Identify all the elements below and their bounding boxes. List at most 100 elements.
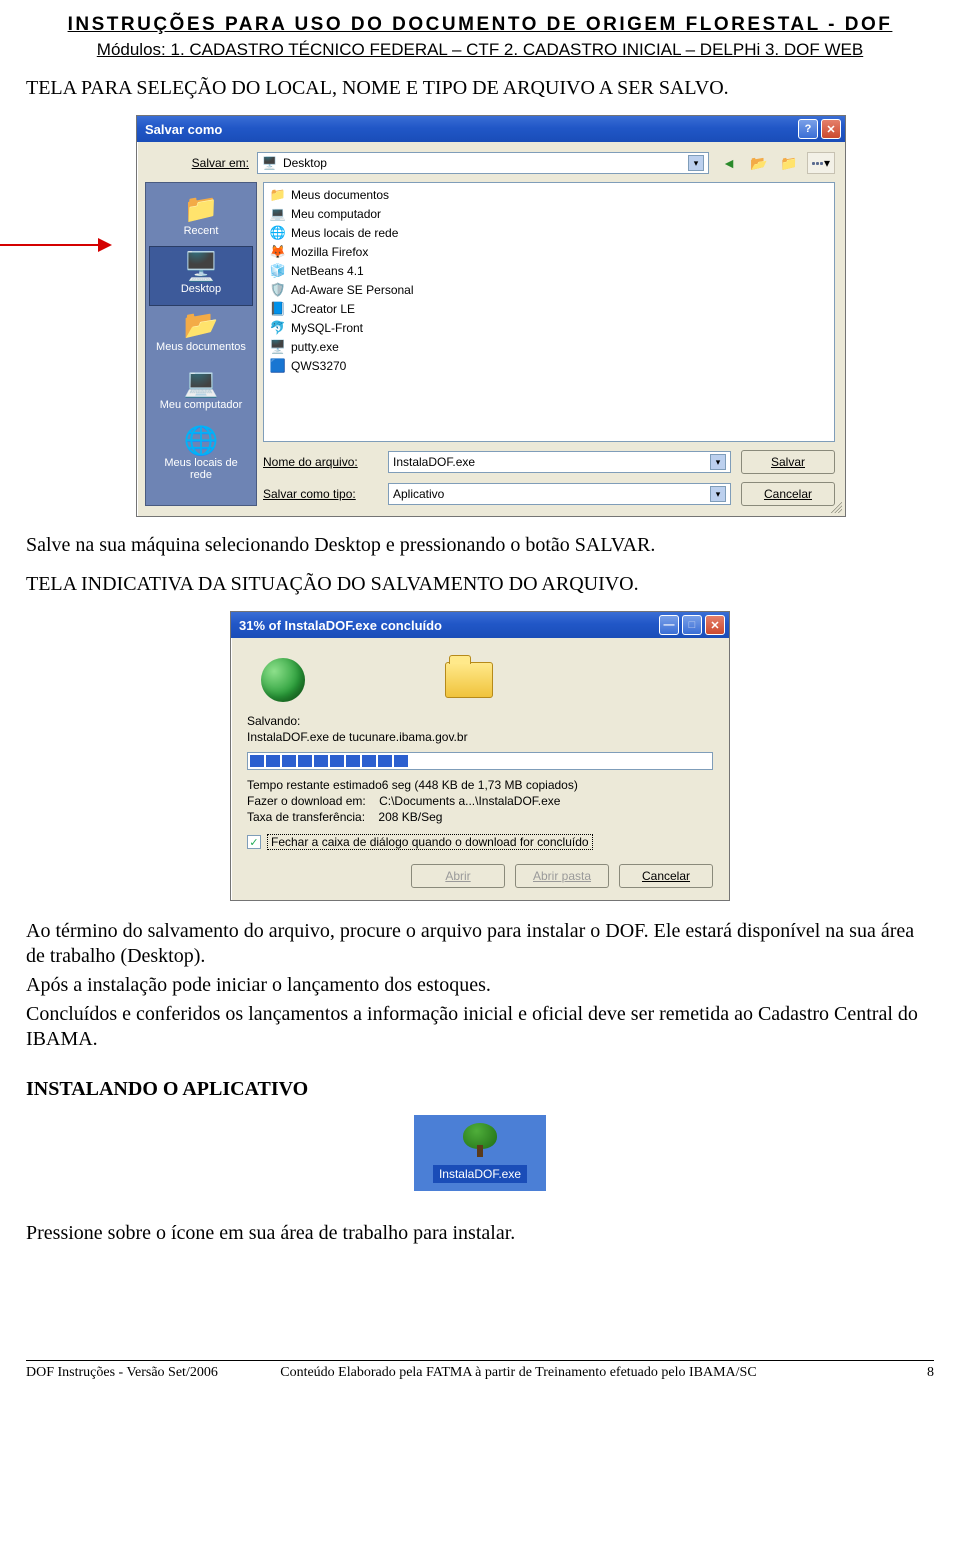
footer-center: Conteúdo Elaborado pela FATMA à partir d… (280, 1365, 879, 1381)
open-button: Abrir (411, 864, 505, 888)
shortcut-label: InstalaDOF.exe (433, 1165, 527, 1183)
download-time-remaining: Tempo restante estimado6 seg (448 KB de … (247, 778, 713, 792)
close-button[interactable]: ✕ (705, 615, 725, 635)
chevron-down-icon: ▾ (688, 155, 704, 171)
cancel-download-button[interactable]: Cancelar (619, 864, 713, 888)
paragraph-1: TELA PARA SELEÇÃO DO LOCAL, NOME E TIPO … (26, 76, 934, 101)
list-item[interactable]: 📁 Meus documentos (270, 187, 828, 203)
place-desktop-label: Desktop (152, 283, 250, 295)
minimize-button[interactable]: — (659, 615, 679, 635)
list-item-label: Mozilla Firefox (291, 245, 368, 259)
paragraph-7: Pressione sobre o ícone em sua área de t… (26, 1221, 934, 1246)
folder-icon: 📁 (152, 195, 250, 223)
filetype-dropdown[interactable]: Aplicativo ▾ (388, 483, 731, 505)
download-titlebar[interactable]: 31% of InstalaDOF.exe concluído — □ ✕ (231, 612, 729, 638)
place-computer[interactable]: 💻 Meu computador (150, 363, 252, 421)
list-item[interactable]: 🟦 QWS3270 (270, 358, 828, 374)
place-docs-label: Meus documentos (152, 341, 250, 353)
download-rate: Taxa de transferência: 208 KB/Seg (247, 810, 713, 824)
network-icon: 🌐 (152, 427, 250, 455)
list-item-label: Meu computador (291, 207, 381, 221)
list-item[interactable]: 📘 JCreator LE (270, 301, 828, 317)
place-documents[interactable]: 📂 Meus documentos (150, 305, 252, 363)
paragraph-4: Ao término do salvamento do arquivo, pro… (26, 919, 934, 969)
list-item-label: MySQL-Front (291, 321, 363, 335)
globe-icon (261, 658, 305, 702)
tree-icon (460, 1123, 500, 1159)
maximize-button[interactable]: □ (682, 615, 702, 635)
computer-icon: 💻 (152, 369, 250, 397)
network-icon: 🌐 (270, 225, 286, 241)
places-bar: 📁 Recent 🖥️ Desktop 📂 Meus documentos 💻 … (145, 182, 257, 506)
list-item[interactable]: 💻 Meu computador (270, 206, 828, 222)
cancel-button[interactable]: Cancelar (741, 482, 835, 506)
footer-left: DOF Instruções - Versão Set/2006 (26, 1365, 280, 1381)
folder-icon: 📂 (152, 311, 250, 339)
place-network[interactable]: 🌐 Meus locais de rede (150, 421, 252, 491)
saveas-title-text: Salvar como (145, 122, 222, 137)
list-item-label: JCreator LE (291, 302, 355, 316)
place-desktop[interactable]: 🖥️ Desktop (149, 246, 253, 306)
salvar-em-value: Desktop (283, 156, 327, 170)
list-item[interactable]: 🛡️ Ad-Aware SE Personal (270, 282, 828, 298)
place-recent[interactable]: 📁 Recent (150, 189, 252, 247)
file-list[interactable]: 📁 Meus documentos 💻 Meu computador 🌐Meus l… (263, 182, 835, 442)
list-item-label: Ad-Aware SE Personal (291, 283, 414, 297)
callout-arrow (0, 236, 116, 256)
new-folder-icon[interactable]: 📁 (777, 152, 801, 174)
doc-title: INSTRUÇÕES PARA USO DO DOCUMENTO DE ORIG… (26, 14, 934, 36)
paragraph-2: Salve na sua máquina selecionando Deskto… (26, 533, 934, 558)
list-item[interactable]: 🧊NetBeans 4.1 (270, 263, 828, 279)
chevron-down-icon: ▾ (710, 454, 726, 470)
list-item-label: Meus documentos (291, 188, 389, 202)
download-progress-dialog: 31% of InstalaDOF.exe concluído — □ ✕ Sa… (230, 611, 730, 901)
folder-icon: 📁 (270, 187, 286, 203)
place-computer-label: Meu computador (152, 399, 250, 411)
close-button[interactable]: ✕ (821, 119, 841, 139)
computer-icon: 💻 (270, 206, 286, 222)
list-item[interactable]: 🖥️putty.exe (270, 339, 828, 355)
save-button[interactable]: Salvar (741, 450, 835, 474)
filename-input[interactable]: InstalaDOF.exe ▾ (388, 451, 731, 473)
list-item-label: putty.exe (291, 340, 339, 354)
list-item[interactable]: 🦊 Mozilla Firefox (270, 244, 828, 260)
filename-value: InstalaDOF.exe (393, 455, 475, 469)
view-menu-icon[interactable]: ▾ (807, 152, 835, 174)
resize-grip-icon[interactable] (828, 499, 842, 513)
folder-icon (445, 662, 493, 698)
close-when-done-label: Fechar a caixa de diálogo quando o downl… (267, 834, 593, 850)
doc-subtitle: Módulos: 1. CADASTRO TÉCNICO FEDERAL – C… (26, 40, 934, 60)
filename-label: Nome do arquivo: (263, 455, 378, 469)
back-icon[interactable]: ◄ (717, 152, 741, 174)
download-title-text: 31% of InstalaDOF.exe concluído (239, 618, 442, 633)
up-folder-icon[interactable]: 📂 (747, 152, 771, 174)
filetype-value: Aplicativo (393, 487, 444, 501)
desktop-icon: 🖥️ (262, 156, 277, 170)
list-item-label: QWS3270 (291, 359, 346, 373)
desktop-icon: 🖥️ (152, 253, 250, 281)
help-button[interactable]: ? (798, 119, 818, 139)
list-item[interactable]: 🌐Meus locais de rede (270, 225, 828, 241)
app-icon: 🧊 (270, 263, 286, 279)
app-icon: 📘 (270, 301, 286, 317)
salvar-em-dropdown[interactable]: 🖥️ Desktop ▾ (257, 152, 709, 174)
app-icon: 🟦 (270, 358, 286, 374)
paragraph-6: Concluídos e conferidos os lançamentos a… (26, 1002, 934, 1052)
close-when-done-checkbox[interactable]: ✓ (247, 835, 261, 849)
open-folder-button: Abrir pasta (515, 864, 609, 888)
place-recent-label: Recent (152, 225, 250, 237)
app-icon: 🦊 (270, 244, 286, 260)
download-target: Fazer o download em: C:\Documents a...\I… (247, 794, 713, 808)
list-item[interactable]: 🐬 MySQL-Front (270, 320, 828, 336)
filetype-label: Salvar como tipo: (263, 487, 378, 501)
app-icon: 🛡️ (270, 282, 286, 298)
desktop-shortcut[interactable]: InstalaDOF.exe (414, 1115, 546, 1191)
app-icon: 🐬 (270, 320, 286, 336)
section-heading-install: INSTALANDO O APLICATIVO (26, 1078, 934, 1101)
paragraph-5: Após a instalação pode iniciar o lançame… (26, 973, 934, 998)
footer-page-number: 8 (880, 1365, 934, 1381)
chevron-down-icon: ▾ (710, 486, 726, 502)
saveas-titlebar[interactable]: Salvar como ? ✕ (137, 116, 845, 142)
place-network-label: Meus locais de rede (152, 457, 250, 481)
download-saving-label: Salvando: (247, 714, 713, 728)
